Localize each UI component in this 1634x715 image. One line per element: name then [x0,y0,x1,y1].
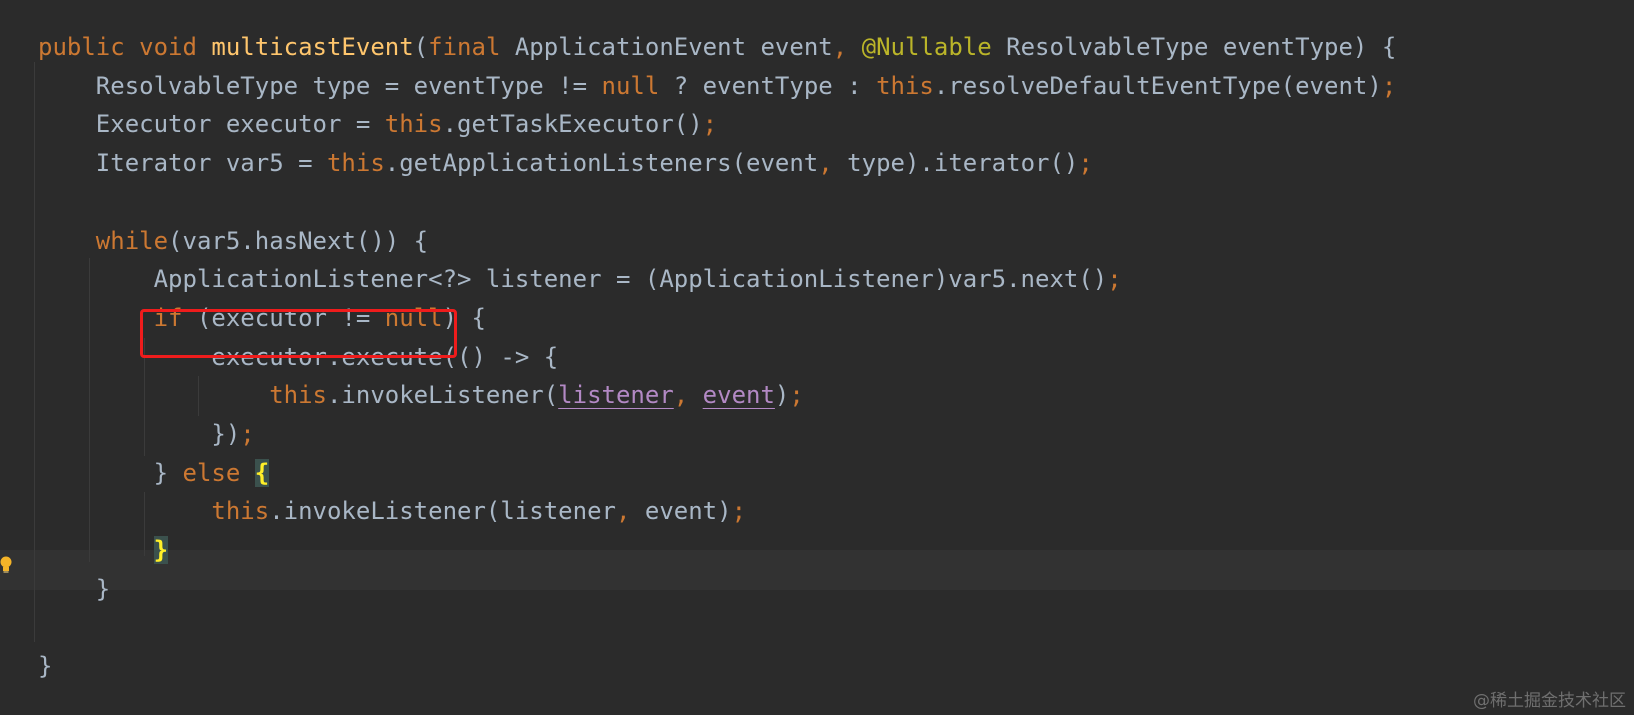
code-token: Executor executor = [95,110,385,139]
code-token: ; [1381,71,1397,100]
code-line[interactable]: } [0,646,1634,686]
code-token: ; [731,497,747,526]
code-token: ; [1107,265,1122,294]
code-line[interactable]: Executor executor = this.getTaskExecutor… [0,104,1634,144]
code-token: this [269,381,327,410]
lightbulb-icon[interactable] [0,556,12,574]
code-token: type).iterator() [847,149,1079,178]
code-token: ; [240,420,255,448]
code-token: ( [413,33,429,61]
code-token: ApplicationListener<?> listener = (Appli… [153,265,1108,294]
code-token: this [326,149,385,178]
code-token: ApplicationEvent event [514,33,833,61]
code-line[interactable]: ResolvableType type = eventType != null … [0,66,1634,106]
code-line[interactable] [0,608,1634,648]
code-token: null [601,71,674,100]
code-token: .getTaskExecutor() [442,110,703,139]
code-token: .invokeListener( [326,381,559,410]
code-line[interactable]: this.invokeListener(listener, event); [0,491,1634,531]
code-line[interactable]: this.invokeListener(listener, event); [0,375,1634,415]
code-token: ? eventType : [673,71,877,100]
code-token: .invokeListener(listener [269,497,616,526]
code-line[interactable]: Iterator var5 = this.getApplicationListe… [0,143,1634,183]
code-token: , [615,497,645,526]
code-token: .resolveDefaultEventType(event) [933,71,1382,100]
code-token: { [254,458,270,487]
code-token: while [95,226,169,255]
code-token: ; [702,110,718,139]
code-token: , [832,33,862,61]
code-token: , [673,381,703,410]
code-token: @Nullable [861,33,1007,61]
code-token: , [818,149,848,178]
code-token: } [95,574,111,603]
code-token: } [38,652,53,681]
code-line[interactable]: ApplicationListener<?> listener = (Appli… [0,259,1634,299]
code-token: else [182,458,255,487]
code-line[interactable]: while(var5.hasNext()) { [0,221,1634,261]
code-line[interactable]: }); [0,414,1634,454]
code-token: this [384,110,443,139]
code-token: event [702,381,775,410]
code-token: (var5.hasNext()) { [168,226,429,255]
code-token: Iterator var5 = [95,149,327,178]
code-editor[interactable]: public void multicastEvent(final Applica… [0,0,1634,715]
code-token: final [428,33,515,61]
code-token: ; [1078,149,1093,178]
code-token: this [876,71,934,100]
code-line[interactable]: } else { [0,453,1634,493]
code-token: multicastEvent [211,33,414,61]
code-token: } [153,458,183,487]
code-line[interactable]: } [0,569,1634,609]
code-token: ) [774,381,790,410]
code-token: this [211,497,270,526]
highlight-box [140,309,457,358]
code-token: event) [644,497,732,526]
code-token: } [153,536,169,565]
code-token: ResolvableType type = eventType != [95,71,602,100]
code-line[interactable]: public void multicastEvent(final Applica… [0,27,1634,67]
code-line[interactable] [0,182,1634,222]
code-token: .getApplicationListeners(event [384,149,819,178]
code-token: }) [211,420,241,448]
code-token: listener [558,381,674,410]
code-line[interactable]: } [0,530,1634,570]
code-token: ResolvableType eventType) { [1006,33,1397,61]
watermark: @稀土掘金技术社区 [1473,691,1626,711]
code-token: ; [789,381,804,410]
code-token: public void [38,33,212,61]
